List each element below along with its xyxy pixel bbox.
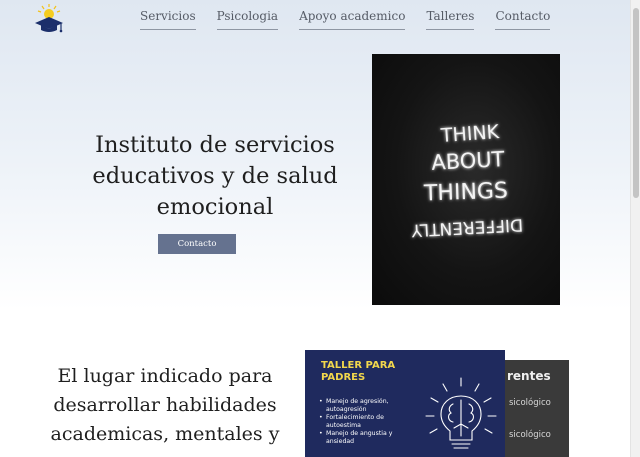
chalk-card-line: sicológico	[509, 430, 551, 440]
neon-word: DIFFERENTLY	[410, 214, 523, 240]
nav-item-talleres[interactable]: Talleres	[426, 8, 475, 30]
nav-item-psicologia[interactable]: Psicologia	[216, 8, 279, 30]
logo-icon[interactable]	[33, 3, 65, 33]
hero-title: Instituto de servicios educativos y de s…	[60, 130, 370, 223]
section-title-line: El lugar indicado para	[57, 365, 273, 387]
neon-word: ABOUT	[431, 147, 505, 175]
neon-sign-image: THINK ABOUT THINGS DIFFERENTLY	[372, 54, 560, 305]
taller-card-list: Manejo de agresión, autoagresión Fortale…	[319, 398, 419, 447]
hero-title-line: Instituto de servicios	[95, 132, 335, 158]
section-title: El lugar indicado para desarrollar habil…	[40, 362, 290, 449]
list-item: Manejo de angustia y ansiedad	[319, 430, 419, 445]
brain-lightbulb-icon	[425, 377, 497, 449]
list-item: Fortalecimiento de autoestima	[319, 414, 419, 429]
neon-word: THINK	[439, 121, 500, 147]
chalk-card-title: rentes	[507, 369, 551, 383]
page: Servicios Psicologia Apoyo academico Tal…	[0, 0, 630, 457]
nav-item-servicios[interactable]: Servicios	[140, 8, 196, 30]
nav-item-contacto[interactable]: Contacto	[495, 8, 551, 30]
taller-card-title-line: PADRES	[321, 372, 366, 383]
section-title-line: desarrollar habilidades	[53, 394, 277, 416]
neon-word: THINGS	[423, 179, 509, 207]
taller-card-title-line: TALLER PARA	[321, 360, 396, 371]
main-nav: Servicios Psicologia Apoyo academico Tal…	[140, 8, 551, 32]
contact-button[interactable]: Contacto	[158, 234, 236, 254]
list-item: Manejo de agresión, autoagresión	[319, 398, 419, 413]
hero-title-line: emocional	[156, 194, 274, 220]
taller-card-title: TALLER PARA PADRES	[321, 360, 431, 384]
taller-padres-card[interactable]: TALLER PARA PADRES Manejo de agresión, a…	[305, 350, 505, 457]
page-scrollbar[interactable]	[630, 0, 640, 457]
chalkboard-card[interactable]: rentes sicológico sicológico	[505, 360, 569, 457]
nav-item-apoyo-academico[interactable]: Apoyo academico	[299, 8, 406, 30]
hero-title-line: educativos y de salud	[92, 163, 338, 189]
scrollbar-thumb[interactable]	[633, 8, 639, 198]
section-title-line: academicas, mentales y	[50, 423, 280, 445]
chalk-card-line: sicológico	[509, 398, 551, 408]
